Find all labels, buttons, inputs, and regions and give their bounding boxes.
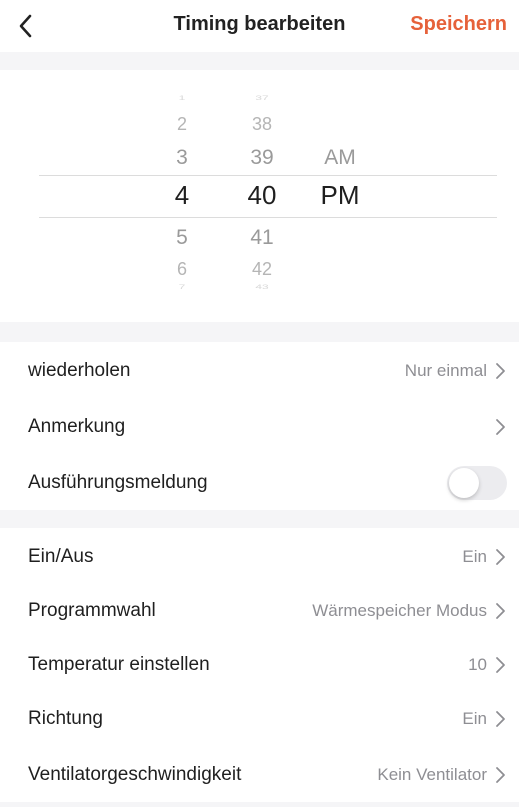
power-row[interactable]: Ein/Aus Ein [0, 528, 519, 586]
chevron-right-icon [496, 549, 505, 565]
fan-speed-row[interactable]: Ventilatorgeschwindigkeit Kein Ventilato… [0, 746, 519, 804]
program-value: Wärmespeicher Modus [312, 601, 487, 620]
chevron-right-icon [496, 363, 505, 379]
period-option[interactable]: AM [310, 147, 370, 168]
temperature-value: 10 [468, 655, 487, 674]
execution-notification-toggle[interactable] [447, 466, 507, 500]
minute-option[interactable]: 42 [232, 260, 292, 278]
power-value: Ein [462, 547, 487, 566]
section-separator [0, 52, 519, 70]
save-button[interactable]: Speichern [410, 13, 507, 36]
minute-option[interactable]: 39 [232, 147, 292, 168]
chevron-right-icon [496, 419, 505, 435]
period-option-selected[interactable]: PM [310, 182, 370, 208]
minute-option[interactable]: 43 [232, 284, 292, 291]
section-separator [0, 510, 519, 530]
hour-option[interactable]: 6 [152, 260, 212, 278]
execution-notification-label: Ausführungsmeldung [28, 472, 208, 493]
hour-option[interactable]: 5 [152, 227, 212, 248]
toggle-knob [449, 468, 479, 498]
section-separator [0, 802, 519, 807]
hour-option[interactable]: 2 [152, 115, 212, 133]
minute-option[interactable]: 37 [232, 95, 292, 102]
program-row[interactable]: Programmwahl Wärmespeicher Modus [0, 582, 519, 640]
direction-row[interactable]: Richtung Ein [0, 690, 519, 748]
section-separator [0, 322, 519, 342]
minute-option[interactable]: 38 [232, 115, 292, 133]
hour-wheel[interactable]: 1 2 3 4 5 6 7 [152, 70, 212, 322]
direction-value: Ein [462, 709, 487, 728]
minute-option-selected[interactable]: 40 [232, 182, 292, 208]
direction-label: Richtung [28, 708, 103, 729]
hour-option-selected[interactable]: 4 [152, 182, 212, 208]
fan-speed-label: Ventilatorgeschwindigkeit [28, 764, 242, 785]
temperature-row[interactable]: Temperatur einstellen 10 [0, 636, 519, 694]
minute-wheel[interactable]: 37 38 39 40 41 42 43 [232, 70, 292, 322]
hour-option[interactable]: 3 [152, 147, 212, 168]
repeat-label: wiederholen [28, 360, 131, 381]
program-label: Programmwahl [28, 600, 156, 621]
hour-option[interactable]: 7 [152, 284, 212, 291]
hour-option[interactable]: 1 [152, 95, 212, 102]
minute-option[interactable]: 41 [232, 227, 292, 248]
note-row[interactable]: Anmerkung [0, 398, 519, 456]
power-label: Ein/Aus [28, 546, 94, 567]
period-wheel[interactable]: AM PM [310, 70, 370, 322]
chevron-right-icon [496, 711, 505, 727]
chevron-right-icon [496, 603, 505, 619]
chevron-right-icon [496, 767, 505, 783]
fan-speed-value: Kein Ventilator [377, 765, 487, 784]
note-label: Anmerkung [28, 416, 126, 437]
navigation-bar: Timing bearbeiten Speichern [0, 0, 519, 52]
repeat-row[interactable]: wiederholen Nur einmal [0, 342, 519, 400]
chevron-right-icon [496, 657, 505, 673]
time-picker[interactable]: 1 2 3 4 5 6 7 37 38 39 40 41 42 43 AM PM [0, 70, 519, 322]
repeat-value: Nur einmal [404, 361, 487, 380]
execution-notification-row: Ausführungsmeldung [0, 454, 519, 512]
temperature-label: Temperatur einstellen [28, 654, 210, 675]
